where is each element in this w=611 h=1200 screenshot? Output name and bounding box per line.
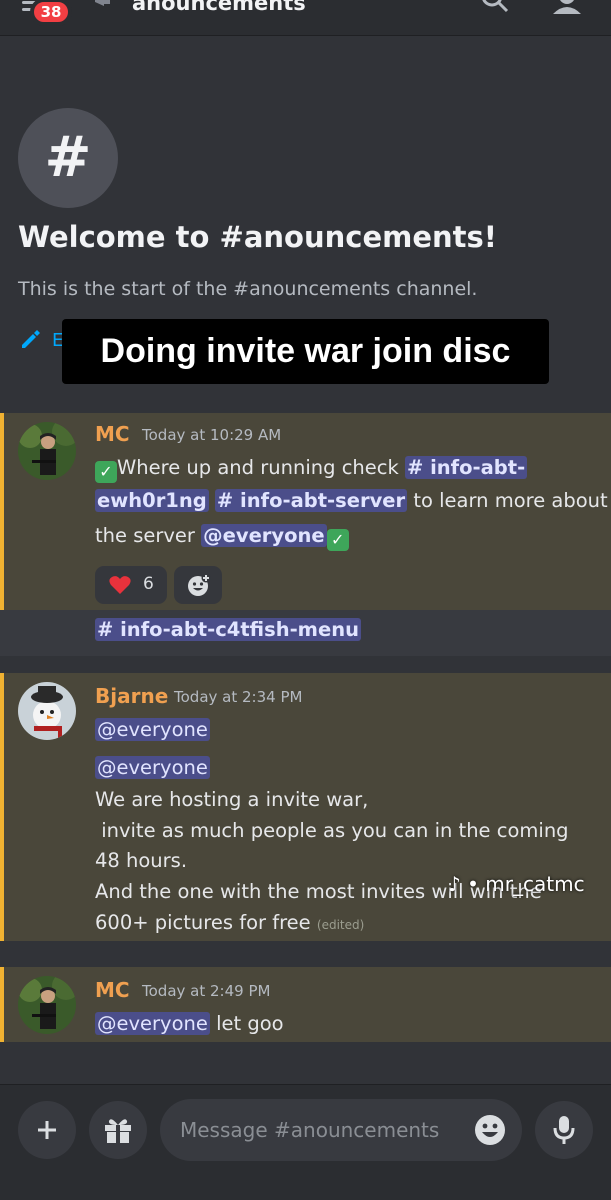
search-icon[interactable] bbox=[480, 0, 510, 18]
message-highlight bbox=[0, 967, 611, 1042]
message-line: # info-abt-c4tfish-menu bbox=[95, 618, 361, 641]
welcome-subtitle: This is the start of the #anouncements c… bbox=[18, 278, 478, 300]
members-icon[interactable] bbox=[550, 0, 584, 20]
message-timestamp: Today at 2:34 PM bbox=[174, 688, 303, 706]
everyone-mention[interactable]: @everyone bbox=[95, 1012, 210, 1035]
channel-header: 38 anouncements bbox=[0, 0, 611, 36]
announcement-channel-icon bbox=[95, 0, 110, 6]
notification-badge: 38 bbox=[30, 0, 72, 26]
channel-title: anouncements bbox=[132, 0, 306, 15]
pencil-icon[interactable] bbox=[18, 328, 40, 350]
watermark-handle: mr_catmc bbox=[485, 872, 585, 896]
gift-icon bbox=[105, 1119, 131, 1143]
message-timestamp: Today at 2:49 PM bbox=[142, 982, 271, 1000]
everyone-mention[interactable]: @everyone bbox=[95, 756, 210, 779]
watermark: ♪ • mr_catmc bbox=[448, 872, 585, 896]
add-emoji-icon bbox=[188, 574, 211, 596]
message-line: 600+ pictures for free (edited) bbox=[95, 911, 365, 934]
welcome-title: Welcome to #anouncements! bbox=[18, 220, 498, 254]
everyone-mention[interactable]: @everyone bbox=[201, 524, 327, 547]
add-attachment-button[interactable] bbox=[18, 1101, 76, 1159]
message-line: the server @everyone ✓ bbox=[95, 524, 349, 551]
plus-icon bbox=[38, 1121, 56, 1139]
video-caption-overlay: Doing invite war join disc bbox=[62, 319, 549, 384]
avatar[interactable] bbox=[18, 682, 76, 740]
channel-mention[interactable]: # info-abt-server bbox=[214, 489, 408, 512]
message-line: @everyone let goo bbox=[95, 1012, 284, 1035]
channel-mention[interactable]: # info-abt-c4tfish-menu bbox=[95, 618, 361, 641]
avatar[interactable] bbox=[18, 422, 76, 480]
gift-button[interactable] bbox=[89, 1101, 147, 1159]
message-line: 48 hours. bbox=[95, 849, 188, 872]
check-mark-emoji-icon: ✓ bbox=[95, 461, 117, 483]
message-line: invite as much people as you can in the … bbox=[95, 819, 569, 842]
message-line: We are hosting a invite war, bbox=[95, 788, 369, 811]
microphone-icon bbox=[553, 1116, 575, 1144]
channel-mention[interactable]: ewh0r1ng bbox=[95, 489, 209, 512]
message-author[interactable]: Bjarne bbox=[95, 684, 168, 708]
message-line: ✓ Where up and running check # info-abt- bbox=[95, 456, 528, 483]
everyone-mention[interactable]: @everyone bbox=[95, 718, 210, 741]
message-timestamp: Today at 10:29 AM bbox=[142, 426, 282, 444]
message-author[interactable]: MC bbox=[95, 978, 130, 1002]
tiktok-logo-icon: ♪ bbox=[448, 872, 461, 896]
channel-hash-avatar: # bbox=[18, 108, 118, 208]
avatar[interactable] bbox=[18, 976, 76, 1034]
edited-label: (edited) bbox=[316, 918, 365, 932]
voice-message-button[interactable] bbox=[535, 1101, 593, 1159]
message-line: ewh0r1ng # info-abt-server to learn more… bbox=[95, 489, 608, 512]
emoji-picker-icon[interactable] bbox=[474, 1114, 506, 1146]
channel-mention[interactable]: # info-abt- bbox=[404, 456, 528, 479]
message-input[interactable] bbox=[160, 1099, 522, 1161]
message-author[interactable]: MC bbox=[95, 422, 130, 446]
reaction-count: 6 bbox=[143, 574, 154, 594]
message-line: @everyone bbox=[95, 718, 210, 741]
message-line: @everyone bbox=[95, 756, 210, 779]
heart-reaction-button[interactable]: 6 bbox=[95, 566, 167, 604]
heart-icon bbox=[109, 576, 131, 594]
check-mark-emoji-icon: ✓ bbox=[326, 529, 349, 551]
add-reaction-button[interactable] bbox=[174, 566, 222, 604]
watermark-dot: • bbox=[467, 872, 479, 896]
